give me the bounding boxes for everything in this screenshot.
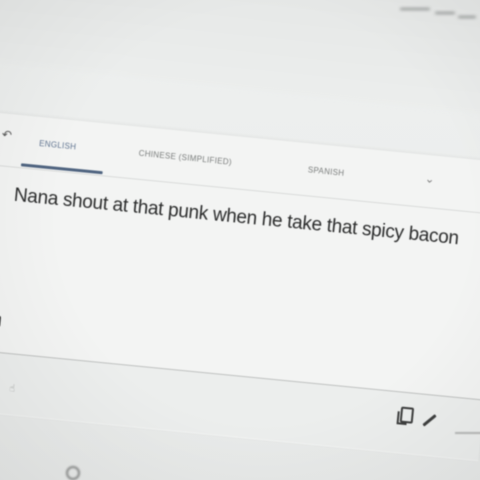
tab-spanish[interactable]: SPANISH — [307, 165, 344, 178]
translator-card: ↶ ENGLISH CHINESE (SIMPLIFIED) SPANISH ›… — [0, 112, 480, 462]
copy-icon[interactable] — [399, 406, 415, 424]
hand-cursor-icon: ☝ — [8, 383, 16, 395]
chevron-down-icon[interactable]: › — [423, 179, 435, 184]
tab-english[interactable]: ENGLISH — [39, 139, 77, 152]
stop-icon[interactable] — [0, 314, 2, 328]
background-blur-text — [380, 0, 480, 30]
screen: ↶ ENGLISH CHINESE (SIMPLIFIED) SPANISH ›… — [0, 0, 480, 480]
active-tab-indicator — [20, 163, 103, 175]
translation-area — [0, 349, 480, 461]
back-arrow-icon[interactable]: ↶ — [1, 127, 12, 142]
background-glyph — [66, 466, 80, 480]
tab-chinese-simplified[interactable]: CHINESE (SIMPLIFIED) — [138, 149, 232, 167]
background-line — [455, 432, 480, 434]
